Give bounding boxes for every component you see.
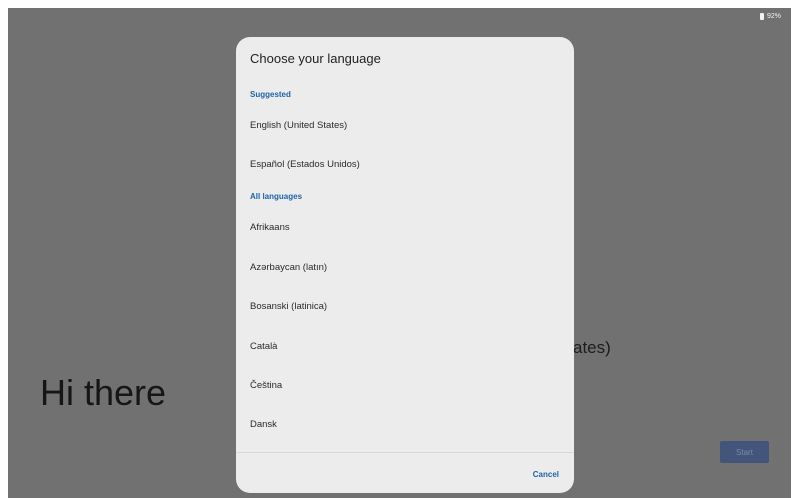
language-item-catala[interactable]: Català [250,341,277,352]
greeting-title: Hi there [40,372,167,413]
dialog-divider [236,452,574,453]
dialog-title: Choose your language [250,51,381,66]
language-item-espanol-us[interactable]: Español (Estados Unidos) [250,159,360,170]
language-dialog: Choose your language Suggested English (… [236,37,574,493]
start-button[interactable]: Start [720,441,769,463]
language-item-english-us[interactable]: English (United States) [250,120,347,131]
language-item-bosanski[interactable]: Bosanski (latinica) [250,301,327,312]
language-item-dansk[interactable]: Dansk [250,419,277,430]
status-bar: 92% [759,13,781,20]
battery-percent: 92% [766,13,781,20]
language-item-azerbaycan[interactable]: Azərbaycan (latın) [250,262,327,273]
current-language-fragment: ates) [573,338,611,357]
language-item-cestina[interactable]: Čeština [250,380,282,391]
cancel-button[interactable]: Cancel [533,470,559,479]
language-item-afrikaans[interactable]: Afrikaans [250,222,290,233]
suggested-header: Suggested [250,90,291,99]
all-languages-header: All languages [250,192,303,201]
battery-icon [759,13,764,20]
